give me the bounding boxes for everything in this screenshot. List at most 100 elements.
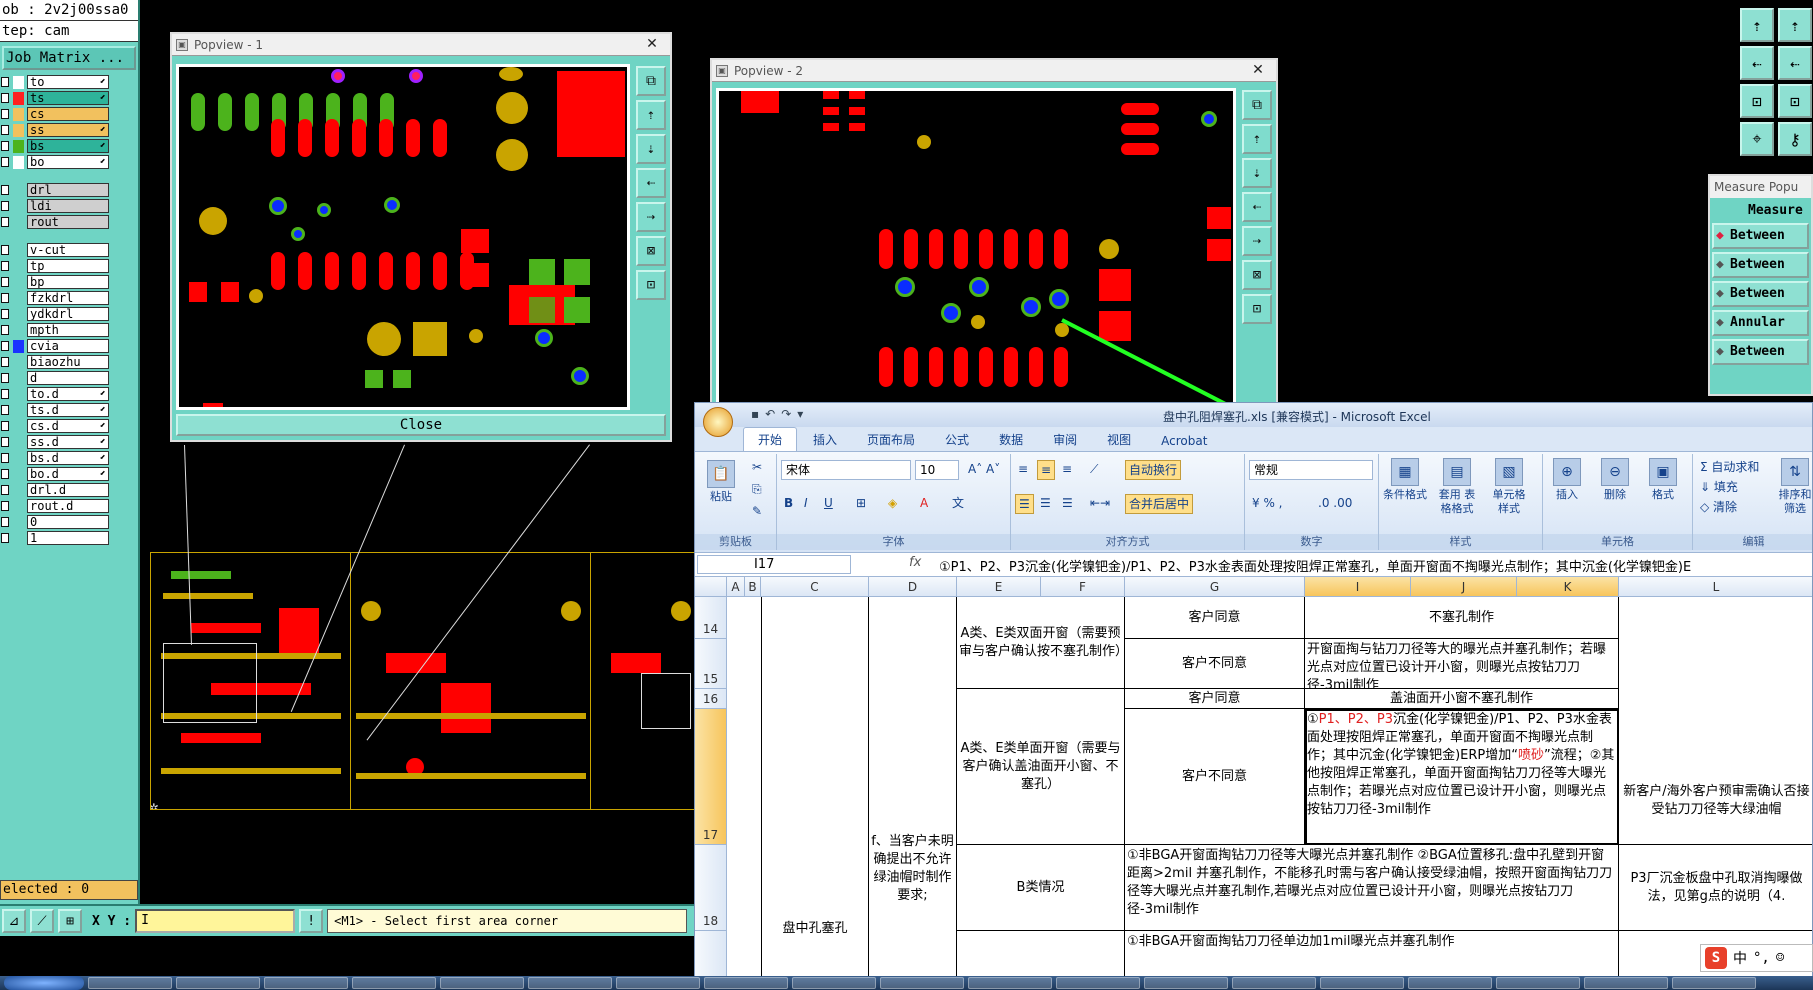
layer-name[interactable]: biaozhu xyxy=(27,355,109,369)
cell-i17[interactable]: ①P1、P2、P3沉金(化学镍钯金)/P1、P2、P3水金表面处理按阻焊正常塞孔… xyxy=(1305,709,1619,845)
taskbar-item[interactable] xyxy=(1056,977,1140,989)
layer-checkbox[interactable] xyxy=(1,125,9,135)
taskbar-item[interactable] xyxy=(88,977,172,989)
cell-c-main[interactable]: 盘中孔塞孔 xyxy=(761,597,869,989)
move-left-alt-icon[interactable]: ⇠ xyxy=(1778,46,1812,80)
copy-icon[interactable]: ⎘ xyxy=(749,480,765,500)
row-header[interactable]: 18 xyxy=(695,845,727,931)
taskbar-item[interactable] xyxy=(792,977,876,989)
ribbon-tab[interactable]: 开始 xyxy=(743,427,798,451)
close-icon[interactable]: ✕ xyxy=(1240,62,1276,80)
layer-checkbox[interactable] xyxy=(1,325,9,335)
layer-name[interactable]: ts ⬋ xyxy=(27,91,109,105)
layer-row[interactable]: 1 xyxy=(0,530,138,546)
align-top-icon[interactable]: ≡ xyxy=(1015,460,1031,480)
currency-icon[interactable]: ¥ % , xyxy=(1249,494,1285,514)
layer-name[interactable]: fzkdrl xyxy=(27,291,109,305)
layer-checkbox[interactable] xyxy=(1,185,9,195)
ribbon-tab[interactable]: 视图 xyxy=(1093,428,1145,451)
fx-icon[interactable]: fx xyxy=(909,555,921,570)
autosum-button[interactable]: Σ 自动求和 xyxy=(1697,458,1762,478)
taskbar-item[interactable] xyxy=(968,977,1052,989)
move-left-icon[interactable]: ⇠ xyxy=(1740,46,1774,80)
align-right-icon[interactable]: ☰ xyxy=(1059,494,1076,514)
layer-checkbox[interactable] xyxy=(1,157,9,167)
layer-name[interactable]: cs.d ⬋ xyxy=(27,419,109,433)
taskbar-item[interactable] xyxy=(880,977,964,989)
decimal-icon[interactable]: .0 .00 xyxy=(1315,494,1355,514)
cell-l17[interactable]: 新客户/海外客户预审需确认否接受钻刀刀径等大绿油帽 xyxy=(1619,597,1812,845)
pan-up-icon[interactable]: ⇡ xyxy=(636,100,666,130)
taskbar-item[interactable] xyxy=(352,977,436,989)
layer-row[interactable]: tp xyxy=(0,258,138,274)
grow-font-icon[interactable]: A˄ A˅ xyxy=(965,460,1003,480)
layer-row[interactable]: fzkdrl xyxy=(0,290,138,306)
popview-2-canvas[interactable] xyxy=(716,88,1236,406)
font-name-select[interactable]: 宋体 xyxy=(781,460,911,480)
taskbar-item[interactable] xyxy=(616,977,700,989)
fill-button[interactable]: ⇓ 填充 xyxy=(1697,478,1741,498)
sort-filter-button[interactable]: ⇅ 排序和 筛选 xyxy=(1773,458,1812,516)
layer-row[interactable]: cs.d ⬋ xyxy=(0,418,138,434)
layer-checkbox[interactable] xyxy=(1,277,9,287)
taskbar-item[interactable] xyxy=(1144,977,1228,989)
conditional-format-button[interactable]: ▦ 条件格式 xyxy=(1383,458,1427,502)
fill-color-icon[interactable]: ◈ xyxy=(885,494,900,514)
column-header[interactable]: F xyxy=(1041,577,1125,597)
cell-style-button[interactable]: ▧ 单元格 样式 xyxy=(1487,458,1531,516)
layer-checkbox[interactable] xyxy=(1,293,9,303)
delete-button[interactable]: ⊖ 删除 xyxy=(1593,458,1637,502)
layer-row[interactable]: biaozhu xyxy=(0,354,138,370)
info-icon[interactable]: ! xyxy=(299,909,324,933)
layer-checkbox[interactable] xyxy=(1,109,9,119)
layer-checkbox[interactable] xyxy=(1,357,9,367)
pan-down-icon[interactable]: ⇣ xyxy=(636,134,666,164)
ribbon-tab[interactable]: 公式 xyxy=(931,428,983,451)
measure-option[interactable]: ◆ Between xyxy=(1712,281,1809,307)
cell-ef-double[interactable]: A类、E类双面开窗（需要预审与客户确认按不塞孔制作） xyxy=(957,597,1125,689)
layer-row[interactable]: bo ⬋ xyxy=(0,154,138,170)
number-format-select[interactable]: 常规 xyxy=(1249,460,1373,480)
cell-i14[interactable]: 不塞孔制作 xyxy=(1305,597,1619,639)
layer-name[interactable]: v-cut xyxy=(27,243,109,257)
taskbar-item[interactable] xyxy=(1232,977,1316,989)
layer-name[interactable]: cvia xyxy=(27,339,109,353)
pan-left-icon[interactable]: ⇠ xyxy=(636,168,666,198)
format-button[interactable]: ▣ 格式 xyxy=(1641,458,1685,502)
ribbon-tab[interactable]: 数据 xyxy=(985,428,1037,451)
zoom-out-icon[interactable]: ⊡ xyxy=(1242,294,1272,324)
layer-name[interactable]: ts.d ⬋ xyxy=(27,403,109,417)
ribbon-tab[interactable]: 插入 xyxy=(799,428,851,451)
cell-d-main[interactable]: f、当客户未明确提出不允许绿油帽时制作要求; xyxy=(869,597,957,989)
cell-ef-single[interactable]: A类、E类单面开窗（需要与客户确认盖油面开小窗、不塞孔） xyxy=(957,689,1125,845)
layer-row[interactable]: bp xyxy=(0,274,138,290)
name-box[interactable]: I17 xyxy=(697,555,851,574)
pcb-board-view[interactable]: ✲ xyxy=(150,552,700,810)
column-header[interactable]: B xyxy=(745,577,761,597)
bold-icon[interactable]: B xyxy=(781,494,796,514)
pan-down-icon[interactable]: ⇣ xyxy=(1242,158,1272,188)
layer-checkbox[interactable] xyxy=(1,341,9,351)
layer-row[interactable]: bo.d ⬋ xyxy=(0,466,138,482)
layer-row[interactable]: ss.d ⬋ xyxy=(0,434,138,450)
layer-row[interactable]: ts ⬋ xyxy=(0,90,138,106)
row-header[interactable]: 16 xyxy=(695,689,727,709)
taskbar-item[interactable] xyxy=(440,977,524,989)
layer-checkbox[interactable] xyxy=(1,421,9,431)
column-header[interactable]: A xyxy=(727,577,745,597)
ribbon-tab[interactable]: 页面布局 xyxy=(853,428,929,451)
phonetic-icon[interactable]: 文 xyxy=(949,494,967,514)
layer-checkbox[interactable] xyxy=(1,201,9,211)
cell-g15[interactable]: 客户不同意 xyxy=(1125,639,1305,689)
column-header[interactable]: C xyxy=(761,577,869,597)
cell-g16[interactable]: 客户同意 xyxy=(1125,689,1305,709)
measure-icon[interactable]: ⟋ xyxy=(30,909,54,933)
cell-g14[interactable]: 客户同意 xyxy=(1125,597,1305,639)
layer-name[interactable]: drl xyxy=(27,183,109,197)
layer-row[interactable]: mpth xyxy=(0,322,138,338)
layer-row[interactable]: drl xyxy=(0,182,138,198)
pan-left-icon[interactable]: ⇠ xyxy=(1242,192,1272,222)
close-icon[interactable]: ✕ xyxy=(634,36,670,54)
layer-checkbox[interactable] xyxy=(1,77,9,87)
layer-checkbox[interactable] xyxy=(1,93,9,103)
